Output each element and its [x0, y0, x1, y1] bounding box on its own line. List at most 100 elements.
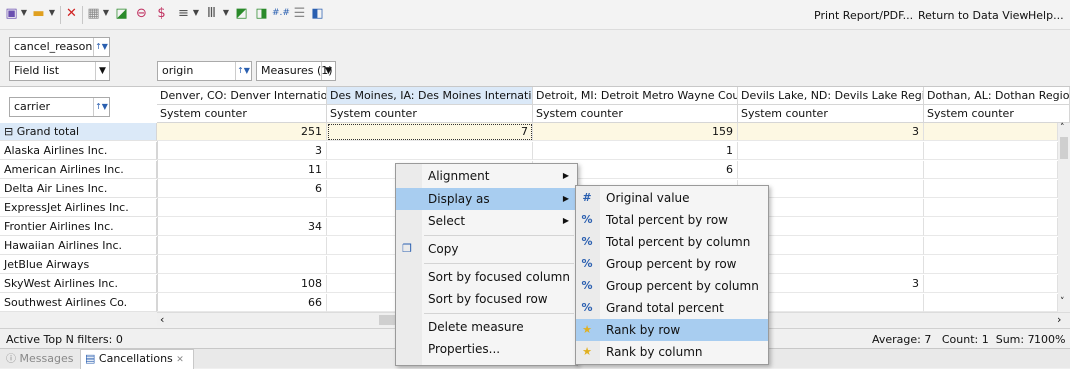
data-cell[interactable]	[924, 199, 1058, 217]
submenu-item[interactable]: ★ Rank by column	[576, 341, 768, 363]
tab-cancellations[interactable]: ▤ Cancellations ✕	[80, 349, 194, 369]
row-header[interactable]: ExpressJet Airlines Inc.	[0, 199, 157, 217]
data-cell[interactable]: 159	[533, 123, 738, 141]
delete-icon[interactable]: ✕	[64, 6, 79, 21]
column-header[interactable]: Des Moines, IA: Des Moines International	[327, 87, 533, 105]
menu-item-properties[interactable]: Properties...	[396, 338, 577, 360]
chevron-down-icon[interactable]: ▼	[321, 62, 335, 80]
menu-item-delete-measure[interactable]: Delete measure	[396, 316, 577, 338]
data-cell[interactable]: 34	[157, 218, 327, 236]
data-cell[interactable]	[924, 275, 1058, 293]
data-cell[interactable]	[924, 218, 1058, 236]
layout-icon[interactable]: ▦	[86, 6, 101, 21]
format-icon[interactable]: #.#	[272, 6, 290, 21]
data-cell[interactable]: 6	[157, 180, 327, 198]
data-cell[interactable]	[157, 237, 327, 255]
print-report-link[interactable]: Print Report/PDF...	[814, 9, 913, 22]
data-cell[interactable]	[924, 256, 1058, 274]
row-header[interactable]: Southwest Airlines Co.	[0, 294, 157, 312]
data-cell[interactable]: 251	[157, 123, 327, 141]
data-cell[interactable]	[738, 161, 924, 179]
data-cell[interactable]: 66	[157, 294, 327, 312]
menu-item-select[interactable]: Select ▶	[396, 210, 577, 232]
sort-filter-icon[interactable]: ↑▼	[93, 38, 109, 56]
data-cell[interactable]	[327, 142, 533, 160]
table-icon[interactable]: ◨	[254, 6, 269, 21]
sort-filter-icon[interactable]: ↑▼	[235, 62, 251, 80]
rows-dropdown-arrow[interactable]: ▼	[192, 8, 200, 18]
open-dropdown-arrow[interactable]: ▼	[48, 8, 56, 18]
data-cell[interactable]: 1	[533, 142, 738, 160]
return-to-data-view-link[interactable]: Return to Data View	[918, 9, 1028, 22]
submenu-item[interactable]: % Total percent by column	[576, 231, 768, 253]
data-cell[interactable]	[924, 161, 1058, 179]
column-field-origin[interactable]: origin ↑▼	[157, 61, 252, 81]
columns-icon[interactable]: Ⅲ	[204, 6, 219, 21]
save-dropdown-arrow[interactable]: ▼	[20, 8, 28, 18]
data-cell[interactable]	[924, 142, 1058, 160]
submenu-item[interactable]: % Grand total percent	[576, 297, 768, 319]
columns-dropdown-arrow[interactable]: ▼	[222, 8, 230, 18]
data-cell[interactable]	[924, 180, 1058, 198]
submenu-item[interactable]: # Original value	[576, 187, 768, 209]
chart-icon[interactable]: ◩	[234, 6, 249, 21]
menu-item-display-as[interactable]: Display as ▶	[396, 188, 577, 210]
data-cell[interactable]: 108	[157, 275, 327, 293]
column-header[interactable]: Dothan, AL: Dothan Region	[924, 87, 1070, 105]
submenu-item[interactable]: % Group percent by row	[576, 253, 768, 275]
menu-item-sort-by-row[interactable]: Sort by focused row	[396, 288, 577, 310]
data-cell[interactable]: 3	[738, 123, 924, 141]
tab-messages[interactable]: ⓘ Messages	[2, 350, 78, 368]
close-icon[interactable]: ✕	[176, 355, 184, 365]
help-link[interactable]: Help...	[1028, 9, 1064, 22]
field-list-button[interactable]: Field list ▼	[9, 61, 110, 81]
zoom-level[interactable]: 100%	[1034, 333, 1065, 346]
submenu-item[interactable]: ★ Rank by row	[576, 319, 768, 341]
row-header[interactable]: SkyWest Airlines Inc.	[0, 275, 157, 293]
measure-header[interactable]: System counter	[924, 105, 1070, 123]
sort-filter-icon[interactable]: ↑▼	[93, 98, 109, 116]
measures-selector[interactable]: Measures (1) ▼	[256, 61, 336, 81]
row-header[interactable]: Delta Air Lines Inc.	[0, 180, 157, 198]
chevron-down-icon[interactable]: ▼	[95, 62, 109, 80]
menu-item-sort-by-column[interactable]: Sort by focused column	[396, 266, 577, 288]
row-header[interactable]: Frontier Airlines Inc.	[0, 218, 157, 236]
rows-icon[interactable]: ≡	[176, 6, 191, 21]
layout-dropdown-arrow[interactable]: ▼	[102, 8, 110, 18]
column-header[interactable]: Devils Lake, ND: Devils Lake Regional	[738, 87, 924, 105]
vertical-scroll-thumb[interactable]	[1060, 137, 1068, 159]
menu-item-copy[interactable]: ❐ Copy	[396, 238, 577, 260]
data-cell[interactable]: 11	[157, 161, 327, 179]
currency-icon[interactable]: $	[154, 6, 169, 21]
vertical-scrollbar[interactable]: ˄ ˅	[1058, 123, 1070, 312]
data-cell[interactable]	[157, 256, 327, 274]
scroll-left-icon[interactable]: ‹	[160, 313, 164, 326]
scroll-up-icon[interactable]: ˄	[1060, 123, 1065, 133]
group-icon[interactable]: ⊖	[134, 6, 149, 21]
measure-header[interactable]: System counter	[738, 105, 924, 123]
data-cell[interactable]	[924, 294, 1058, 312]
row-header[interactable]: Hawaiian Airlines Inc.	[0, 237, 157, 255]
row-header[interactable]: American Airlines Inc.	[0, 161, 157, 179]
grand-total-row-header[interactable]: ⊟ Grand total	[0, 123, 157, 141]
filter-chip-cancel-reason[interactable]: cancel_reason ↑▼	[9, 37, 110, 57]
data-cell[interactable]	[157, 199, 327, 217]
collapse-icon[interactable]: ⊟	[4, 125, 17, 138]
measure-header[interactable]: System counter	[157, 105, 327, 123]
notes-icon[interactable]: ☰	[292, 6, 307, 21]
data-cell[interactable]: 7	[327, 123, 533, 141]
scroll-down-icon[interactable]: ˅	[1060, 297, 1065, 307]
open-folder-icon[interactable]: ▬	[31, 6, 46, 21]
submenu-item[interactable]: % Group percent by column	[576, 275, 768, 297]
row-field-carrier[interactable]: carrier ↑▼	[9, 97, 110, 117]
row-header[interactable]: Alaska Airlines Inc.	[0, 142, 157, 160]
save-icon[interactable]: ▣	[4, 6, 19, 21]
column-header[interactable]: Denver, CO: Denver International	[157, 87, 327, 105]
refresh-icon[interactable]: ◧	[310, 6, 325, 21]
data-cell[interactable]	[738, 142, 924, 160]
data-cell[interactable]	[924, 237, 1058, 255]
filter-icon[interactable]: ◪	[114, 6, 129, 21]
menu-item-alignment[interactable]: Alignment ▶	[396, 165, 577, 187]
submenu-item[interactable]: % Total percent by row	[576, 209, 768, 231]
data-cell[interactable]: 3	[157, 142, 327, 160]
